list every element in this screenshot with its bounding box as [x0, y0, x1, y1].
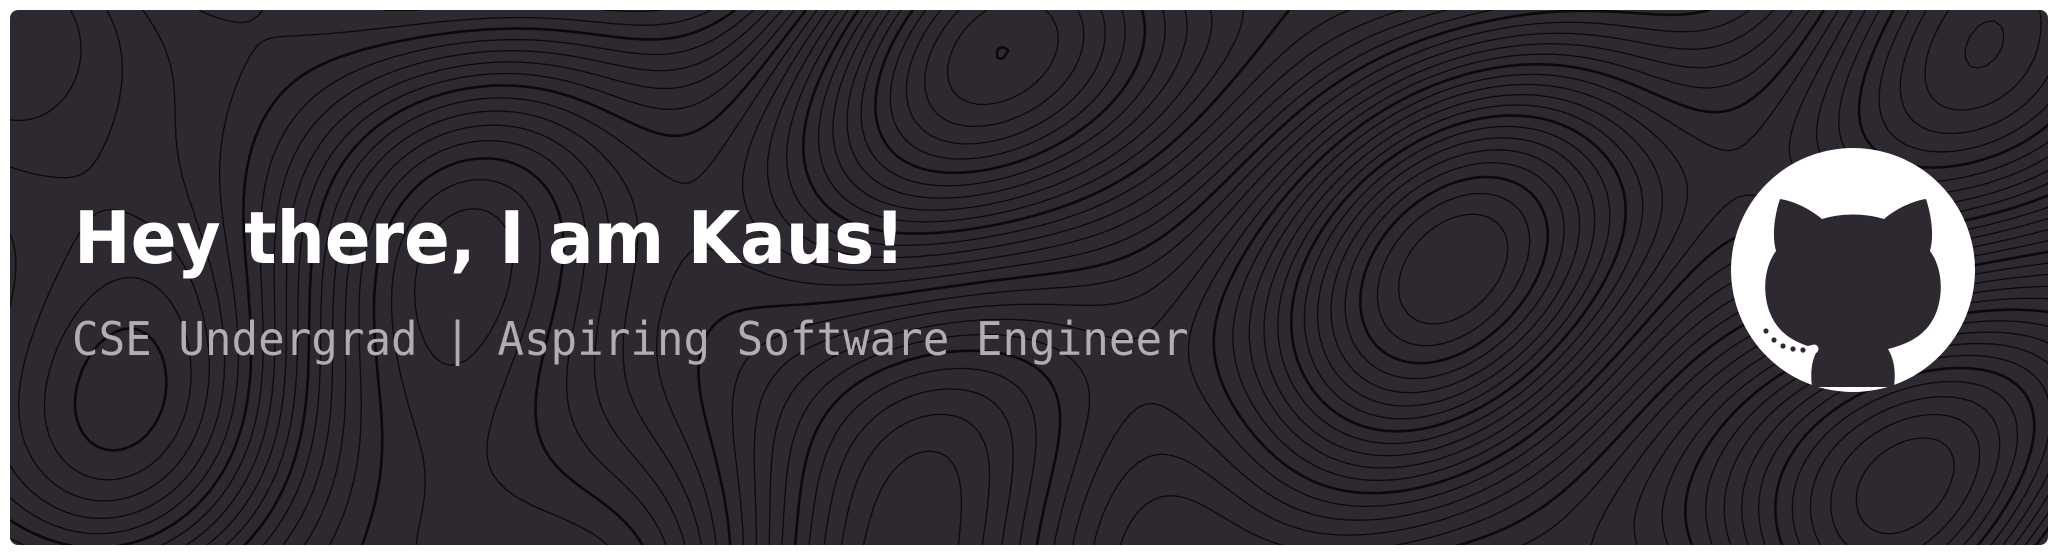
- page-title: Hey there, I am Kaus!: [74, 196, 906, 280]
- github-octocat-icon: [1731, 148, 1975, 392]
- contour-line: [1359, 175, 1550, 365]
- contour-line: [1397, 213, 1509, 325]
- contour-line: [995, 45, 1010, 61]
- profile-banner: Hey there, I am Kaus! CSE Undergrad | As…: [10, 10, 2048, 545]
- page-subtitle: CSE Undergrad | Aspiring Software Engine…: [72, 312, 1189, 366]
